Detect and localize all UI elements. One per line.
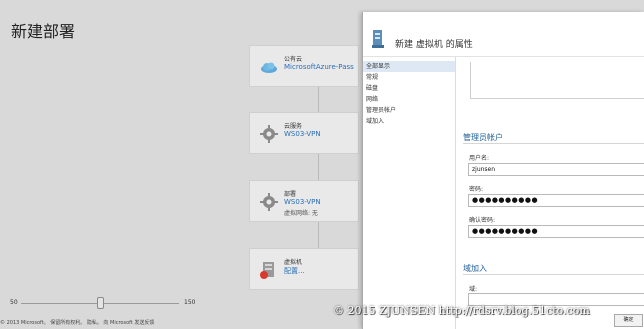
card-deployment[interactable]: 部署 WS03-VPN 虚拟网络: 无 (249, 180, 359, 222)
dialog-header: 新建 虚拟机 的属性 (363, 12, 644, 57)
ok-button[interactable]: 确定 (614, 314, 643, 327)
card-virtual-machine[interactable]: 虚拟机 配置... (249, 248, 359, 290)
description-textarea[interactable] (470, 62, 644, 99)
connector-line (318, 86, 319, 112)
dialog-nav: 全部显示 常规 磁盘 网络 管理员帐户 域加入 (363, 57, 456, 329)
page-title: 新建部署 (11, 22, 76, 41)
zoom-min-label: 50 (10, 299, 18, 306)
vm-icon (259, 260, 279, 280)
card-value: WS03-VPN (284, 130, 321, 138)
card-label: 部署 (284, 191, 297, 198)
confirm-password-label: 确认密码: (469, 217, 496, 224)
admin-section-title: 管理员帐户 (463, 133, 503, 142)
zoom-slider-thumb[interactable] (97, 297, 104, 309)
username-field[interactable]: zjunsen (468, 163, 644, 176)
connector-line (318, 222, 319, 248)
zoom-max-label: 150 (184, 299, 196, 306)
nav-item-show-all[interactable]: 全部显示 (363, 61, 455, 72)
footer-text: © 2013 Microsoft。 保留所有权利。 隐私。 向 Microsof… (0, 320, 155, 326)
card-label: 公有云 (284, 56, 303, 63)
card-label: 云服务 (284, 123, 303, 130)
card-value: MicrosoftAzure-Pass (284, 63, 354, 71)
vm-properties-icon (371, 30, 385, 48)
domain-label: 域: (469, 286, 478, 293)
card-value: WS03-VPN (284, 198, 321, 206)
gear-icon (259, 192, 279, 212)
nav-item-admin-account[interactable]: 管理员帐户 (363, 105, 455, 116)
nav-item-general[interactable]: 常规 (363, 72, 455, 83)
section-divider (463, 143, 644, 144)
dialog-title: 新建 虚拟机 的属性 (395, 40, 473, 50)
vm-properties-dialog: 新建 虚拟机 的属性 全部显示 常规 磁盘 网络 管理员帐户 域加入 管理员帐户… (362, 12, 644, 329)
nav-item-domain-join[interactable]: 域加入 (363, 116, 455, 127)
card-label: 虚拟机 (284, 259, 303, 266)
confirm-password-field[interactable]: ●●●●●●●●●● (468, 225, 644, 238)
password-label: 密码: (469, 186, 484, 193)
dialog-content: 管理员帐户 用户名: zjunsen 密码: ●●●●●●●●●● 确认密码: … (457, 57, 644, 329)
username-label: 用户名: (469, 155, 490, 162)
card-sub: 虚拟网络: 无 (284, 210, 318, 217)
nav-item-network[interactable]: 网络 (363, 94, 455, 105)
watermark: © 2015 ZJUNSEN http://rdsrv.blog.51cto.c… (333, 304, 590, 317)
nav-item-disks[interactable]: 磁盘 (363, 83, 455, 94)
card-public-cloud[interactable]: 公有云 MicrosoftAzure-Pass (249, 45, 359, 87)
domain-section-title: 域加入 (463, 264, 487, 273)
section-divider (463, 274, 644, 275)
configure-link[interactable]: 配置... (284, 266, 305, 276)
card-cloud-service[interactable]: 云服务 WS03-VPN (249, 112, 359, 154)
connector-line (318, 154, 319, 180)
password-field[interactable]: ●●●●●●●●●● (468, 194, 644, 207)
gear-icon (259, 124, 279, 144)
cloud-icon (259, 57, 279, 77)
